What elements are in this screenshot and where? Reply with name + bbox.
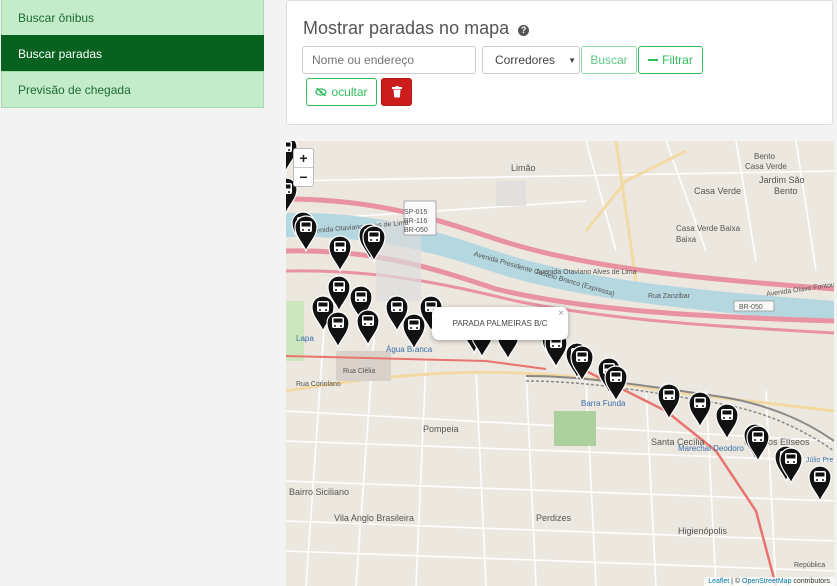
search-input[interactable] — [302, 46, 476, 74]
zoom-out-button[interactable]: − — [294, 167, 313, 186]
sidebar-item-label: Previsão de chegada — [18, 82, 131, 97]
buscar-label: Buscar — [590, 53, 628, 67]
sidebar-item-buscar-paradas[interactable]: Buscar paradas — [1, 35, 264, 72]
bus-stop-marker-icon[interactable] — [715, 403, 739, 441]
trash-icon — [391, 86, 402, 98]
sidebar-item-previsao-chegada[interactable]: Previsão de chegada — [1, 71, 264, 108]
map-view[interactable]: SP-015 BR-116 BR-050 BR-050 Limão Casa V… — [286, 141, 834, 586]
panel-title-text: Mostrar paradas no mapa — [303, 18, 510, 38]
bus-stop-marker-icon[interactable] — [326, 311, 350, 349]
zoom-control: + − — [293, 148, 314, 187]
bus-stop-marker-icon[interactable] — [356, 309, 380, 347]
panel-title: Mostrar paradas no mapa? — [303, 18, 530, 39]
corredores-select[interactable]: Corredores ▼ — [482, 46, 580, 74]
ocultar-button[interactable]: ocultar — [306, 78, 377, 106]
bus-stop-marker-icon[interactable] — [328, 235, 352, 273]
filtrar-label: Filtrar — [662, 53, 693, 67]
bus-stop-marker-icon[interactable] — [779, 447, 803, 485]
eye-slash-icon — [315, 87, 328, 97]
corredores-select-value: Corredores — [495, 53, 556, 67]
sidebar-item-label: Buscar paradas — [18, 46, 103, 61]
bus-stop-marker-icon[interactable] — [294, 215, 318, 253]
bus-stop-marker-icon[interactable] — [362, 225, 386, 263]
osm-link[interactable]: OpenStreetMap — [742, 578, 791, 585]
bus-stop-marker-icon[interactable] — [657, 383, 681, 421]
popup-close-icon[interactable]: × — [558, 308, 564, 319]
filtrar-button[interactable]: Filtrar — [638, 46, 703, 74]
attribution-sep: | © — [729, 578, 743, 585]
buscar-button[interactable]: Buscar — [581, 46, 637, 74]
map-attribution: Leaflet | © OpenStreetMap contributors — [704, 577, 834, 586]
popup-text: PARADA PALMEIRAS B/C — [452, 319, 548, 328]
stops-panel: Mostrar paradas no mapa? Corredores ▼ Bu… — [286, 0, 833, 125]
bus-stop-marker-icon[interactable] — [808, 465, 832, 503]
bus-stop-marker-icon[interactable] — [746, 425, 770, 463]
sidebar: Buscar ônibus Buscar paradas Previsão de… — [1, 0, 264, 108]
sidebar-item-buscar-onibus[interactable]: Buscar ônibus — [1, 0, 264, 36]
attribution-suffix: contributors — [791, 578, 830, 585]
sidebar-item-label: Buscar ônibus — [18, 10, 95, 25]
leaflet-link[interactable]: Leaflet — [708, 578, 729, 585]
delete-button[interactable] — [381, 78, 412, 106]
bus-stop-marker-icon[interactable] — [688, 391, 712, 429]
bus-stop-marker-icon[interactable] — [570, 345, 594, 383]
ocultar-label: ocultar — [331, 85, 368, 99]
zoom-in-button[interactable]: + — [294, 149, 313, 167]
chevron-down-icon: ▼ — [568, 55, 576, 65]
bus-stop-marker-icon[interactable] — [604, 365, 628, 403]
help-icon[interactable]: ? — [518, 25, 530, 36]
stop-markers-layer — [286, 141, 832, 503]
stop-popup: PARADA PALMEIRAS B/C × — [432, 307, 568, 340]
bus-stop-marker-icon[interactable] — [402, 313, 426, 351]
minus-icon — [648, 59, 659, 61]
